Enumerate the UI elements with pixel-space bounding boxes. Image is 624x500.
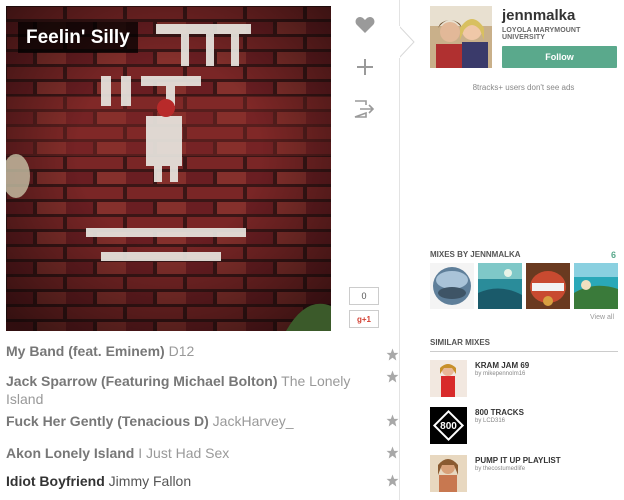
user-school: LOYOLA MARYMOUNT UNIVERSITY — [502, 27, 581, 41]
mix-actions — [350, 10, 380, 136]
heart-icon — [355, 17, 375, 33]
mix-thumbnail[interactable] — [574, 263, 618, 309]
google-plus-button[interactable]: g+1 — [349, 310, 379, 328]
similar-mix-title: PUMP IT UP PLAYLIST — [475, 456, 561, 465]
star-icon[interactable] — [386, 370, 399, 383]
share-button[interactable] — [350, 94, 380, 124]
mix-thumbnail[interactable] — [430, 263, 474, 309]
similar-mix-title: 800 TRACKS — [475, 408, 524, 417]
similar-mix-item[interactable]: PUMP IT UP PLAYLIST by thecostumedlife — [430, 455, 620, 493]
mixes-by-heading: MIXES BY JENNMALKA — [430, 250, 521, 259]
plus-icon — [357, 59, 373, 75]
track-row[interactable]: Idiot Boyfriend Jimmy Fallon — [6, 472, 406, 498]
share-count: 0 — [349, 287, 379, 305]
track-name: Fuck Her Gently (Tenacious D) — [6, 413, 209, 429]
similar-mix-thumbnail-label: 800 — [440, 421, 457, 432]
username[interactable]: jennmalka — [502, 7, 575, 24]
similar-mix-author: by thecostumedlife — [475, 466, 526, 472]
track-name: Jack Sparrow (Featuring Michael Bolton) — [6, 373, 278, 389]
similar-mix-item[interactable]: KRAM JAM 69 by mikepennolm16 — [430, 360, 620, 398]
divider-caret — [399, 26, 415, 58]
tracklist: My Band (feat. Eminem) D12 Jack Sparrow … — [6, 342, 406, 498]
track-artist: D12 — [168, 343, 195, 359]
mixes-by-count[interactable]: 6 — [611, 250, 616, 260]
similar-mix-thumbnail — [430, 455, 467, 492]
share-icon — [354, 100, 375, 118]
similar-mix-item[interactable]: 800 800 TRACKS by LCD316 — [430, 407, 620, 445]
similar-divider — [430, 351, 618, 352]
track-name: Akon Lonely Island — [6, 445, 135, 461]
mix-thumbnail[interactable] — [478, 263, 522, 309]
track-row[interactable]: My Band (feat. Eminem) D12 — [6, 342, 406, 372]
star-icon[interactable] — [386, 348, 399, 361]
track-artist: Jimmy Fallon — [108, 473, 192, 489]
cover-artwork — [6, 6, 331, 331]
track-artist: JackHarvey_ — [212, 413, 294, 429]
similar-mix-thumbnail — [430, 360, 467, 397]
follow-button[interactable]: Follow — [502, 46, 617, 68]
user-avatar[interactable] — [430, 6, 492, 68]
mix-cover-art[interactable]: Feelin' Silly — [6, 6, 331, 331]
similar-mix-author: by LCD316 — [475, 418, 506, 424]
similar-mix-thumbnail: 800 — [430, 407, 467, 444]
like-button[interactable] — [350, 10, 380, 40]
track-row[interactable]: Jack Sparrow (Featuring Michael Bolton) … — [6, 370, 406, 410]
similar-mix-author: by mikepennolm16 — [475, 371, 526, 377]
star-icon[interactable] — [386, 474, 399, 487]
track-row[interactable]: Akon Lonely Island I Just Had Sex — [6, 442, 406, 472]
track-name: My Band (feat. Eminem) — [6, 343, 165, 359]
track-row[interactable]: Fuck Her Gently (Tenacious D) JackHarvey… — [6, 410, 406, 442]
similar-mix-title: KRAM JAM 69 — [475, 361, 530, 370]
track-artist: I Just Had Sex — [138, 445, 230, 461]
ads-note[interactable]: 8tracks+ users don't see ads — [430, 83, 617, 92]
mix-title: Feelin' Silly — [18, 22, 138, 53]
add-to-collection-button[interactable] — [350, 52, 380, 82]
similar-mixes-heading: SIMILAR MIXES — [430, 338, 491, 347]
view-all-link[interactable]: View all — [590, 314, 614, 321]
mix-thumbnail[interactable] — [526, 263, 570, 309]
star-icon[interactable] — [386, 446, 399, 459]
mixes-by-thumbnails — [430, 263, 620, 313]
star-icon[interactable] — [386, 414, 399, 427]
track-name: Idiot Boyfriend — [6, 473, 105, 489]
